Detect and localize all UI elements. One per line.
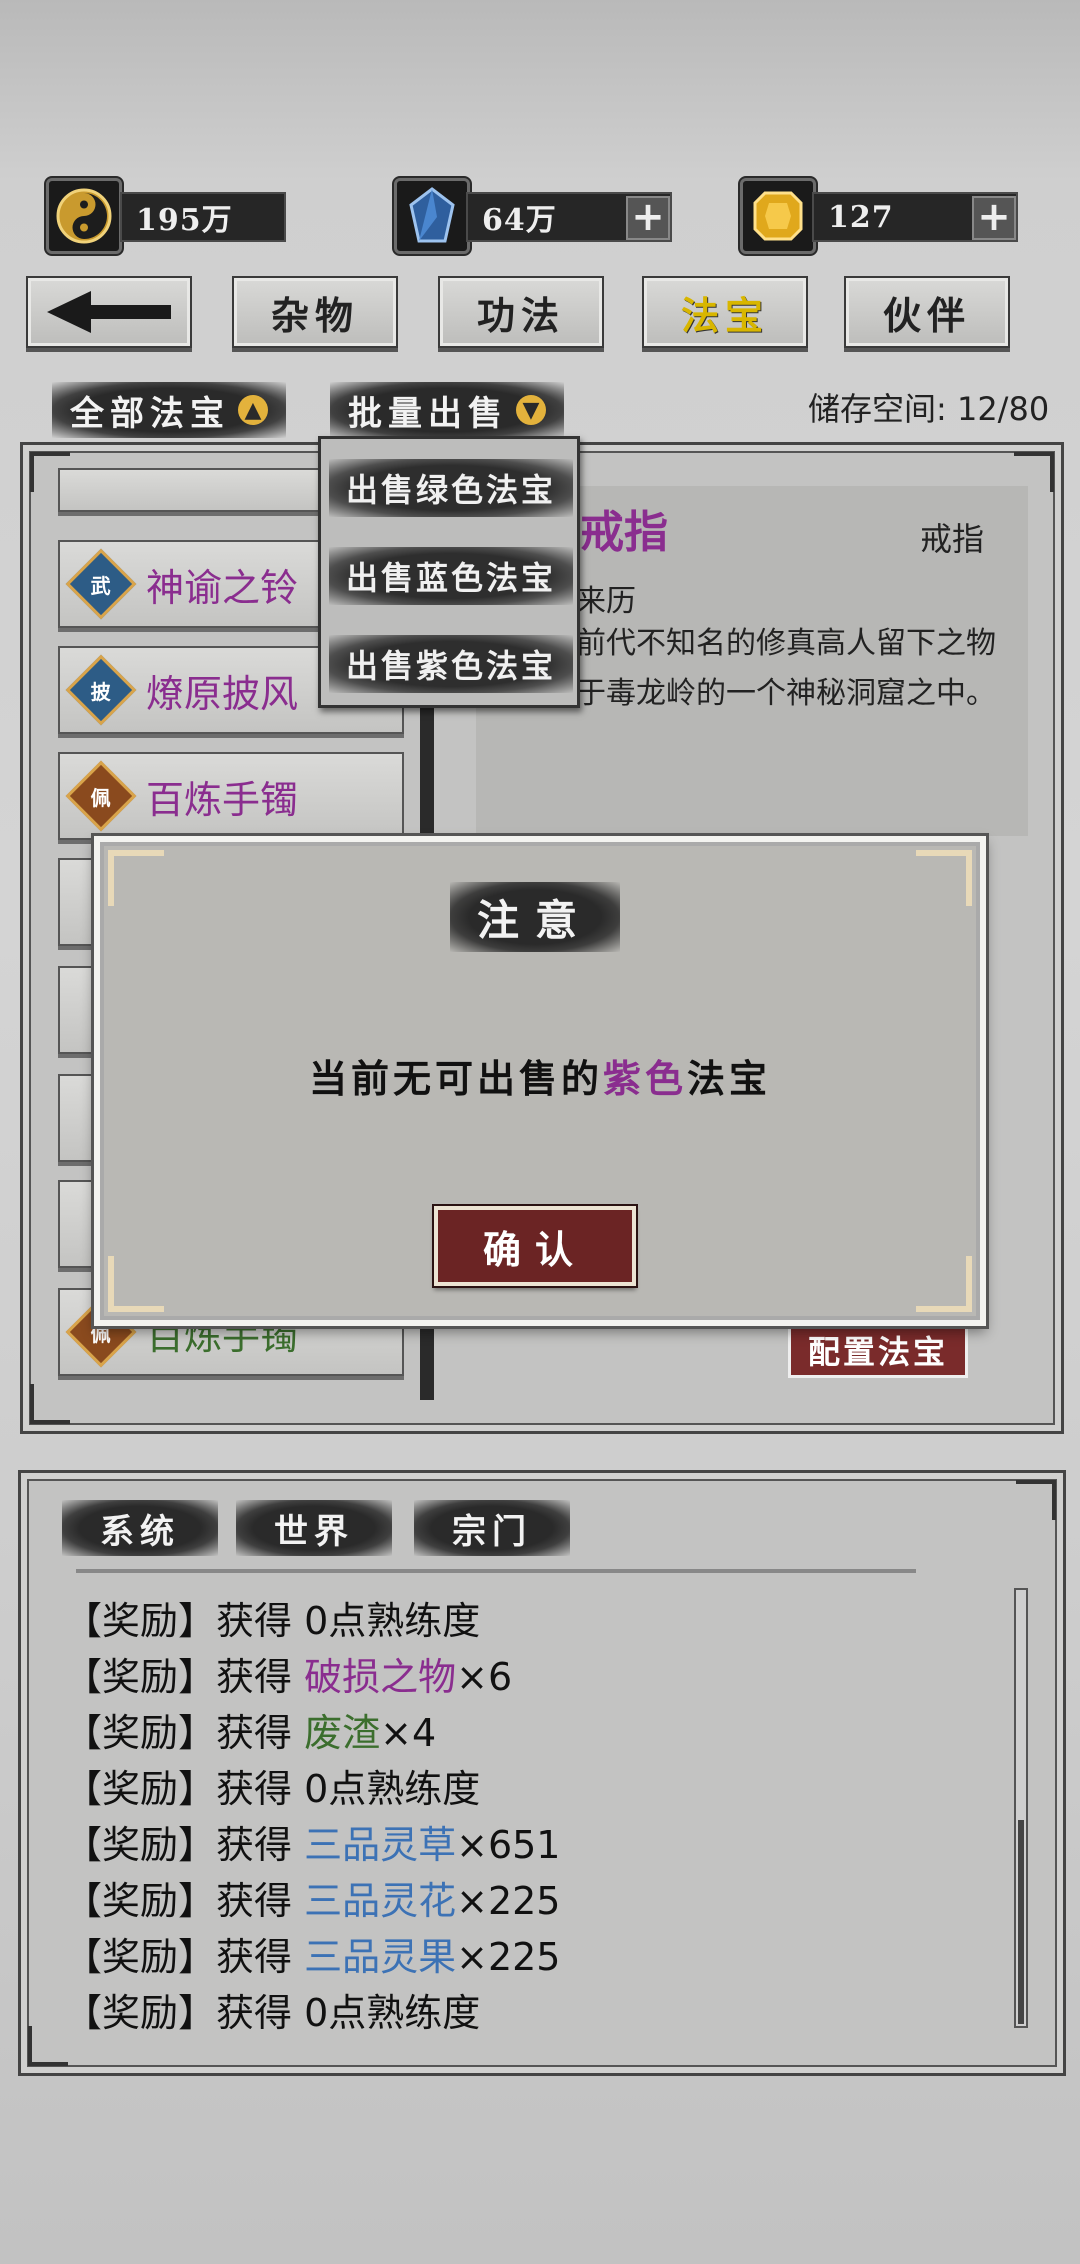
log-line: 【奖励】获得 0点熟练度 bbox=[64, 1991, 481, 2035]
list-item[interactable]: 佩 百炼手镯 bbox=[58, 752, 404, 840]
accessory-badge-icon: 佩 bbox=[65, 760, 137, 832]
chat-tab-world[interactable]: 世界 bbox=[236, 1500, 392, 1556]
message-text: 法宝 bbox=[687, 1056, 772, 1101]
item-label: 燎原披风 bbox=[146, 671, 299, 716]
scroll-thumb[interactable] bbox=[1018, 1820, 1024, 2024]
gold-gem-icon bbox=[740, 178, 816, 254]
panel-corner-ornament bbox=[1016, 1480, 1056, 1520]
confirm-button[interactable]: 确认 bbox=[434, 1206, 636, 1286]
arrow-down-icon: ▼ bbox=[516, 395, 546, 425]
log-line: 【奖励】获得 0点熟练度 bbox=[64, 1767, 481, 1811]
dialog-corner-ornament bbox=[108, 850, 164, 906]
add-crystal-button[interactable]: + bbox=[626, 196, 670, 240]
chat-tab-system[interactable]: 系统 bbox=[62, 1500, 218, 1556]
sell-green-option[interactable]: 出售绿色法宝 bbox=[329, 459, 573, 517]
all-treasures-filter[interactable]: 全部法宝 ▲ bbox=[52, 382, 286, 438]
log-line: 【奖励】获得 0点熟练度 bbox=[64, 1599, 481, 1643]
tab-treasures[interactable]: 法宝 bbox=[642, 276, 808, 348]
back-arrow-icon bbox=[47, 291, 171, 333]
equip-treasure-button[interactable]: 配置法宝 bbox=[788, 1322, 968, 1378]
message-text: 当前无可出售的 bbox=[308, 1056, 603, 1101]
divider bbox=[76, 1569, 916, 1573]
treasure-name: 戒指 bbox=[580, 507, 668, 558]
blue-crystal-icon bbox=[394, 178, 470, 254]
log-line: 【奖励】获得 三品灵花×225 bbox=[64, 1879, 561, 1923]
back-button[interactable] bbox=[26, 276, 192, 348]
log-line: 【奖励】获得 破损之物×6 bbox=[64, 1655, 513, 1699]
weapon-badge-icon: 武 bbox=[65, 548, 137, 620]
dialog-message: 当前无可出售的紫色法宝 bbox=[0, 1048, 1080, 1103]
dialog-corner-ornament bbox=[108, 1256, 164, 1312]
coin-amount: 195万 bbox=[120, 192, 286, 242]
log-line: 【奖励】获得 三品灵草×651 bbox=[64, 1823, 561, 1867]
sell-blue-option[interactable]: 出售蓝色法宝 bbox=[329, 547, 573, 605]
tab-misc[interactable]: 杂物 bbox=[232, 276, 398, 348]
taiji-coin-icon bbox=[46, 178, 122, 254]
item-label: 百炼手镯 bbox=[146, 777, 299, 822]
message-highlight: 紫色 bbox=[602, 1056, 687, 1101]
storage-space: 储存空间: 12/80 bbox=[808, 390, 1050, 428]
log-line: 【奖励】获得 三品灵果×225 bbox=[64, 1935, 561, 1979]
tab-skills[interactable]: 功法 bbox=[438, 276, 604, 348]
sell-purple-option[interactable]: 出售紫色法宝 bbox=[329, 635, 573, 693]
tab-companions[interactable]: 伙伴 bbox=[844, 276, 1010, 348]
dialog-corner-ornament bbox=[916, 1256, 972, 1312]
panel-corner-ornament bbox=[28, 2026, 68, 2066]
cloak-badge-icon: 披 bbox=[65, 654, 137, 726]
description-line: 于毒龙岭的一个神秘洞窟之中。 bbox=[576, 676, 996, 711]
panel-corner-ornament bbox=[30, 1384, 70, 1424]
batch-sell-label: 批量出售 bbox=[348, 393, 508, 434]
all-treasures-label: 全部法宝 bbox=[70, 393, 230, 434]
arrow-up-icon: ▲ bbox=[238, 395, 268, 425]
chat-tab-sect[interactable]: 宗门 bbox=[414, 1500, 570, 1556]
item-label: 神谕之铃 bbox=[146, 565, 299, 610]
dialog-title: 注意 bbox=[450, 882, 620, 952]
dialog-corner-ornament bbox=[916, 850, 972, 906]
log-line: 【奖励】获得 废渣×4 bbox=[64, 1711, 437, 1755]
add-gold-button[interactable]: + bbox=[972, 196, 1016, 240]
batch-sell-menu: 出售绿色法宝 出售蓝色法宝 出售紫色法宝 bbox=[318, 436, 580, 708]
batch-sell-dropdown[interactable]: 批量出售 ▼ bbox=[330, 382, 564, 438]
log-scrollbar[interactable] bbox=[1014, 1588, 1028, 2028]
origin-label: 来历 bbox=[576, 584, 636, 619]
treasure-type: 戒指 bbox=[920, 520, 985, 558]
description-line: 前代不知名的修真高人留下之物 bbox=[576, 626, 996, 661]
